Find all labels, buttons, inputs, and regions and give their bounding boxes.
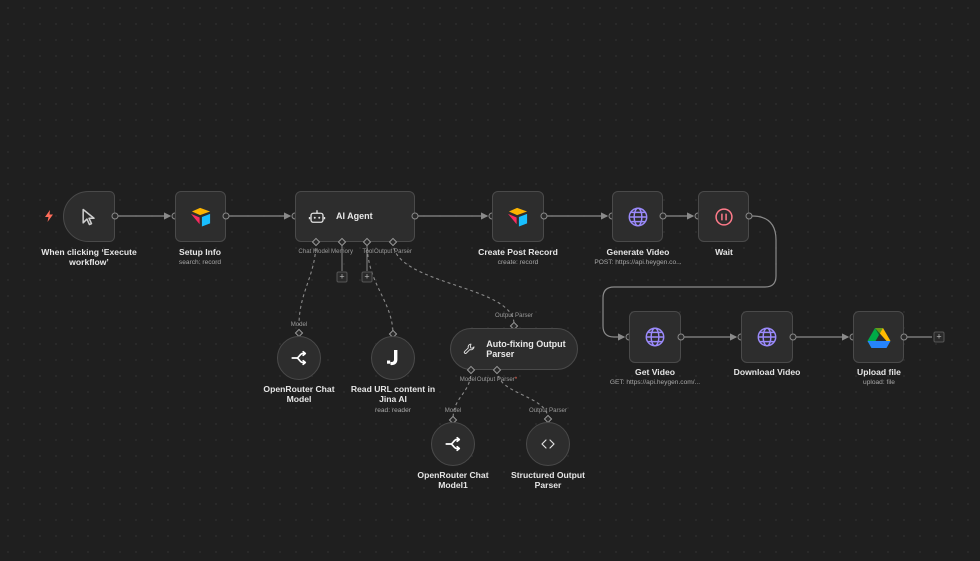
structured-label: Structured Output Parser: [511, 470, 585, 491]
wait-label: Wait: [715, 247, 733, 257]
add-tool-button[interactable]: +: [361, 271, 373, 283]
get-video-subtitle: GET: https://api.heygen.com/...: [609, 379, 701, 386]
download-output-port[interactable]: [789, 333, 797, 341]
autofix-port-output-parser-text: Output Parser: [476, 376, 515, 383]
generate-video-node[interactable]: [612, 191, 663, 242]
jina-node[interactable]: [371, 336, 415, 380]
pause-icon: [714, 207, 733, 226]
trigger-label: When clicking ‘Execute workflow’: [41, 247, 137, 268]
autofix-port-output-parser: Output Parser*: [477, 376, 517, 383]
add-memory-button[interactable]: +: [336, 271, 348, 283]
autofix-port-model: Model: [459, 376, 477, 383]
edge-tool-jina: [366, 241, 394, 336]
ai-agent-title: AI Agent: [336, 211, 373, 222]
add-next-node-button[interactable]: +: [933, 331, 945, 343]
setup-output-port[interactable]: [222, 212, 230, 220]
agent-port-memory: Memory: [330, 248, 354, 255]
openrouter1-port-label: Model: [444, 407, 462, 414]
lightning-icon: [45, 210, 53, 222]
trigger-node[interactable]: [63, 191, 115, 242]
structured-port-label: Output Parser: [529, 407, 567, 414]
agent-port-chat-model: Chat Model: [298, 248, 330, 255]
agent-output-port[interactable]: [411, 212, 419, 220]
autofix-node[interactable]: Auto-fixing Output Parser: [450, 328, 578, 370]
download-video-node[interactable]: [741, 311, 793, 363]
openrouter-node[interactable]: [277, 336, 321, 380]
jina-subtitle: read: reader: [375, 407, 411, 414]
airtable-icon: [508, 207, 528, 227]
jina-icon: [387, 350, 398, 366]
download-video-label: Download Video: [733, 367, 801, 377]
openrouter1-node[interactable]: [431, 422, 475, 466]
setup-info-node[interactable]: [175, 191, 226, 242]
setup-info-subtitle: search: record: [178, 259, 222, 266]
code-brackets-icon: [541, 439, 555, 449]
required-marker: *: [514, 376, 518, 383]
upload-file-node[interactable]: [853, 311, 904, 363]
robot-icon: [308, 209, 326, 223]
upload-file-label: Upload file: [857, 367, 901, 377]
workflow-canvas[interactable]: When clicking ‘Execute workflow’ Setup I…: [0, 0, 980, 561]
globe-icon: [645, 327, 665, 347]
autofix-top-port-label: Output Parser: [495, 312, 533, 319]
create-output-port[interactable]: [540, 212, 548, 220]
cursor-pointer-icon: [82, 208, 95, 225]
agent-port-tool: Tool: [362, 248, 374, 255]
upload-file-subtitle: upload: file: [863, 379, 895, 386]
create-post-subtitle: create: record: [497, 259, 539, 266]
wrench-icon: [463, 343, 475, 354]
get-video-node[interactable]: [629, 311, 681, 363]
get-video-label: Get Video: [635, 367, 675, 377]
openrouter-icon: [445, 436, 461, 452]
openrouter-label: OpenRouter Chat Model: [263, 384, 335, 405]
autofix-title: Auto-fixing Output Parser: [486, 338, 566, 359]
trigger-output-port[interactable]: [111, 212, 119, 220]
generate-output-port[interactable]: [659, 212, 667, 220]
globe-icon: [628, 207, 647, 226]
openrouter-icon: [291, 350, 307, 366]
google-drive-icon: [867, 327, 890, 348]
openrouter-port-label: Model: [290, 321, 308, 328]
jina-label: Read URL content in Jina AI: [350, 384, 436, 405]
openrouter1-label: OpenRouter Chat Model1: [417, 470, 489, 491]
structured-node[interactable]: [526, 422, 570, 466]
agent-port-output-parser: Output Parser: [374, 248, 412, 255]
create-post-label: Create Post Record: [478, 247, 558, 257]
ai-agent-node[interactable]: AI Agent: [295, 191, 415, 242]
getvideo-output-port[interactable]: [677, 333, 685, 341]
airtable-icon: [190, 207, 210, 227]
wait-output-port[interactable]: [745, 212, 753, 220]
create-post-node[interactable]: [492, 191, 544, 242]
wait-node[interactable]: [698, 191, 749, 242]
upload-output-port[interactable]: [900, 333, 908, 341]
setup-info-label: Setup Info: [178, 247, 221, 257]
globe-icon: [757, 327, 777, 347]
generate-video-subtitle: POST: https://api.heygen.co...: [594, 259, 682, 266]
